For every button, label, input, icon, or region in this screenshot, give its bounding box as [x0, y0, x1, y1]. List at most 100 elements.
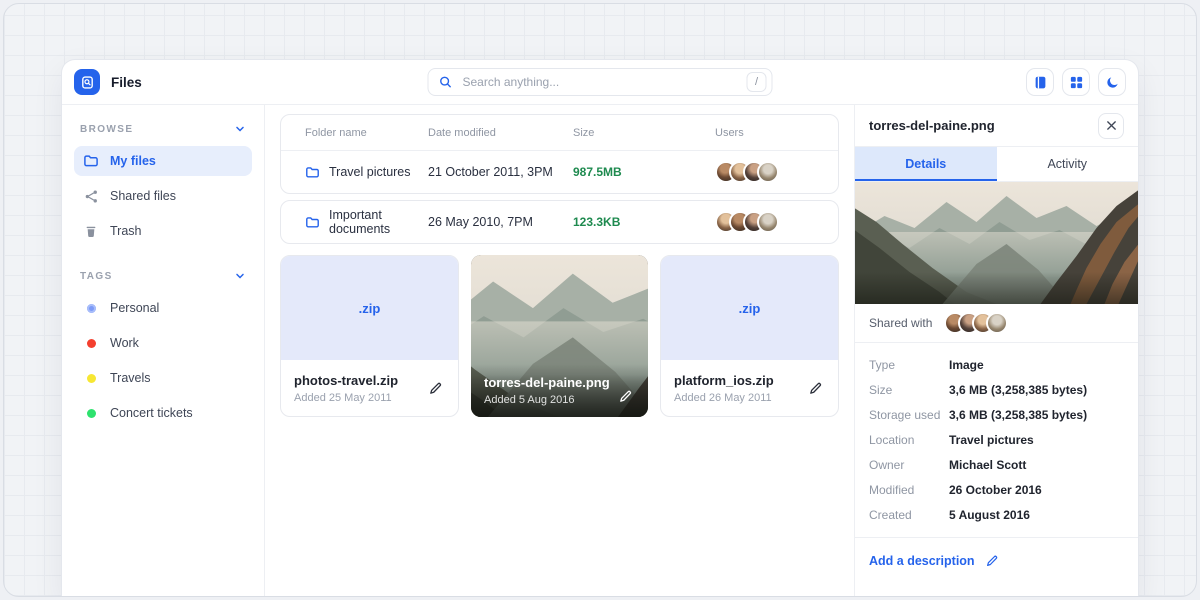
table-row-travel-pictures[interactable]: Travel pictures 21 October 2011, 3PM 987… — [281, 151, 838, 193]
pencil-icon — [618, 389, 633, 404]
date-modified: 21 October 2011, 3PM — [428, 165, 573, 179]
app-header: Files / — [62, 60, 1138, 105]
field-label: Size — [869, 383, 949, 397]
tab-details[interactable]: Details — [855, 147, 997, 181]
details-panel-title: torres-del-paine.png — [869, 118, 995, 133]
avatar — [757, 211, 779, 233]
field-label: Owner — [869, 458, 949, 472]
tags-section-header[interactable]: TAGS — [74, 268, 252, 284]
field-label: Type — [869, 358, 949, 372]
file-card-photos-travel-zip[interactable]: .zip photos-travel.zip Added 25 May 2011 — [280, 255, 459, 417]
file-details-panel: torres-del-paine.png Details Activity Sh… — [854, 105, 1138, 596]
tag-color-dot — [87, 339, 96, 348]
file-card-torres-del-paine[interactable]: torres-del-paine.png Added 5 Aug 2016 — [471, 255, 648, 417]
folder-name: Important documents — [329, 208, 428, 236]
mountain-photo-preview — [855, 182, 1138, 304]
date-modified: 26 May 2010, 7PM — [428, 215, 573, 229]
folder-icon — [305, 165, 320, 180]
sidebar-item-trash[interactable]: Trash — [74, 216, 252, 246]
tags-section-label: TAGS — [80, 271, 113, 282]
app-logo[interactable] — [74, 69, 100, 95]
file-list-area: Folder name Date modified Size Users Tra… — [265, 105, 854, 596]
browse-section-header[interactable]: BROWSE — [74, 121, 252, 137]
tag-label: Personal — [110, 301, 159, 315]
file-search-icon — [80, 75, 95, 90]
column-header-date-modified: Date modified — [428, 127, 573, 139]
search-input[interactable] — [461, 74, 739, 90]
tag-label: Travels — [110, 371, 151, 385]
file-added-date: Added 5 Aug 2016 — [484, 394, 610, 406]
sidebar-item-shared-files[interactable]: Shared files — [74, 181, 252, 211]
avatar — [757, 161, 779, 183]
field-value: Travel pictures — [949, 433, 1034, 447]
field-value: 26 October 2016 — [949, 483, 1042, 497]
pencil-icon — [983, 552, 1001, 570]
sidebar: BROWSE My files — [62, 105, 265, 596]
book-icon — [1033, 75, 1048, 90]
folder-size: 987.5MB — [573, 165, 715, 179]
close-panel-button[interactable] — [1098, 113, 1124, 139]
folders-table: Folder name Date modified Size Users Tra… — [280, 114, 839, 194]
zip-extension-label: .zip — [739, 301, 761, 316]
sidebar-item-my-files[interactable]: My files — [74, 146, 252, 176]
file-added-date: Added 26 May 2011 — [674, 392, 774, 404]
sidebar-item-label: Trash — [110, 224, 142, 238]
pencil-icon — [428, 381, 443, 396]
tab-activity[interactable]: Activity — [997, 147, 1139, 181]
browse-section-label: BROWSE — [80, 124, 133, 135]
field-label: Location — [869, 433, 949, 447]
tag-item-concert-tickets[interactable]: Concert tickets — [74, 398, 252, 428]
table-header-row: Folder name Date modified Size Users — [281, 115, 838, 151]
file-metadata-list: Type Image Size 3,6 MB (3,258,385 bytes)… — [855, 343, 1138, 538]
field-type: Type Image — [869, 352, 1124, 377]
add-description-label: Add a description — [869, 554, 975, 568]
zip-thumbnail: .zip — [661, 256, 838, 360]
browse-nav: My files Shared files — [74, 146, 252, 246]
rename-file-button[interactable] — [426, 379, 445, 398]
zip-extension-label: .zip — [359, 301, 381, 316]
notebook-button[interactable] — [1026, 68, 1054, 96]
add-description-button[interactable]: Add a description — [855, 538, 1138, 584]
grid-view-button[interactable] — [1062, 68, 1090, 96]
field-storage-used: Storage used 3,6 MB (3,258,385 bytes) — [869, 402, 1124, 427]
folder-size: 123.3KB — [573, 215, 715, 229]
tags-section: TAGS Personal Work — [74, 268, 252, 428]
shared-avatar-group[interactable] — [944, 312, 1008, 334]
folder-icon — [83, 153, 99, 169]
field-value: Image — [949, 358, 984, 372]
search-bar[interactable]: / — [428, 68, 773, 96]
field-label: Storage used — [869, 408, 949, 422]
sidebar-item-label: My files — [110, 154, 156, 168]
field-size: Size 3,6 MB (3,258,385 bytes) — [869, 377, 1124, 402]
tag-item-personal[interactable]: Personal — [74, 293, 252, 323]
file-image-preview — [855, 182, 1138, 304]
file-card-platform-ios-zip[interactable]: .zip platform_ios.zip Added 26 May 2011 — [660, 255, 839, 417]
file-added-date: Added 25 May 2011 — [294, 392, 398, 404]
column-header-size: Size — [573, 127, 715, 139]
rename-file-button[interactable] — [616, 387, 635, 406]
tag-item-travels[interactable]: Travels — [74, 363, 252, 393]
tag-item-work[interactable]: Work — [74, 328, 252, 358]
column-header-users: Users — [715, 127, 838, 139]
folders-table-row-2: Important documents 26 May 2010, 7PM 123… — [280, 200, 839, 244]
app-title: Files — [111, 75, 142, 90]
field-value: 3,6 MB (3,258,385 bytes) — [949, 383, 1087, 397]
shared-with-label: Shared with — [869, 316, 932, 330]
tag-label: Work — [110, 336, 139, 350]
tag-label: Concert tickets — [110, 406, 193, 420]
folder-icon — [305, 215, 320, 230]
close-icon — [1106, 120, 1117, 131]
field-location: Location Travel pictures — [869, 427, 1124, 452]
rename-file-button[interactable] — [806, 379, 825, 398]
tags-nav: Personal Work Travels Concert ticke — [74, 293, 252, 428]
trash-icon — [83, 224, 99, 239]
file-name: torres-del-paine.png — [484, 375, 610, 390]
file-name: platform_ios.zip — [674, 373, 774, 388]
share-icon — [83, 189, 99, 204]
dark-mode-toggle[interactable] — [1098, 68, 1126, 96]
column-header-folder-name: Folder name — [305, 127, 428, 139]
folder-name: Travel pictures — [329, 165, 411, 179]
field-value: 5 August 2016 — [949, 508, 1030, 522]
tag-color-dot — [87, 304, 96, 313]
table-row-important-documents[interactable]: Important documents 26 May 2010, 7PM 123… — [281, 201, 838, 243]
